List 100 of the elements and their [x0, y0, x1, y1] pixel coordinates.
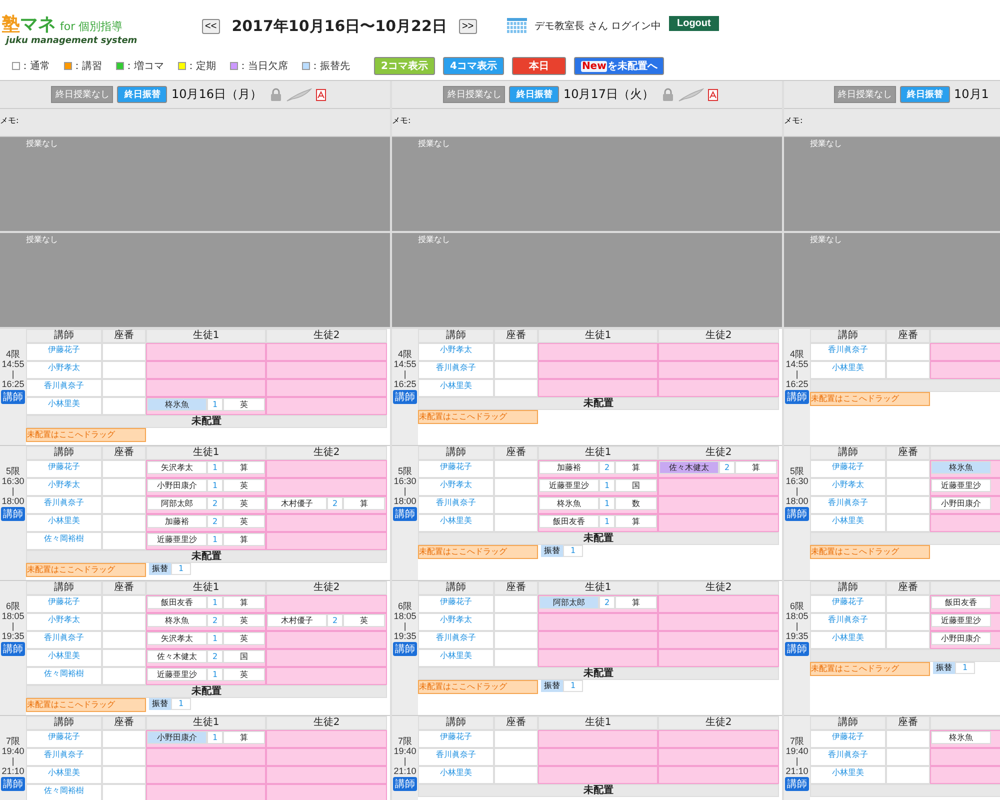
student-slot[interactable]	[266, 361, 387, 379]
view-button[interactable]: 4コマ表示	[442, 57, 504, 75]
teacher-button[interactable]: 講師	[1, 642, 25, 656]
student-slot[interactable]: 飯田友香 1 算	[146, 595, 266, 613]
teacher-name[interactable]: 小林里美	[810, 766, 886, 784]
teacher-button[interactable]: 講師	[1, 777, 25, 791]
student-slot[interactable]	[266, 514, 387, 532]
teacher-name[interactable]: 伊藤花子	[810, 730, 886, 748]
teacher-button[interactable]: 講師	[393, 642, 417, 656]
pending-transfer[interactable]: 振替	[149, 563, 171, 575]
student-slot[interactable]	[146, 784, 266, 800]
teacher-button[interactable]: 講師	[785, 642, 809, 656]
teacher-button[interactable]: 講師	[785, 777, 809, 791]
teacher-name[interactable]: 香川眞奈子	[26, 748, 102, 766]
student-slot[interactable]: 柊氷魚	[930, 460, 1000, 478]
teacher-button[interactable]: 講師	[785, 390, 809, 404]
teacher-name[interactable]: 香川眞奈子	[418, 631, 494, 649]
teacher-button[interactable]: 講師	[393, 777, 417, 791]
student-slot[interactable]	[658, 730, 779, 748]
teacher-name[interactable]: 小林里美	[26, 397, 102, 415]
teacher-name[interactable]: 香川眞奈子	[26, 379, 102, 397]
student-slot[interactable]	[658, 613, 779, 631]
student-slot[interactable]	[266, 649, 387, 667]
teacher-name[interactable]: 香川眞奈子	[810, 496, 886, 514]
student-slot[interactable]: 矢沢孝太 1 英	[146, 631, 266, 649]
teacher-name[interactable]: 佐々岡裕樹	[26, 667, 102, 685]
student-slot[interactable]: 佐々木健太 2 国	[146, 649, 266, 667]
teacher-button[interactable]: 講師	[1, 507, 25, 521]
day-action-button[interactable]: 終日授業なし	[834, 86, 896, 103]
pdf-icon[interactable]	[316, 88, 326, 100]
student-slot[interactable]	[146, 766, 266, 784]
student-slot[interactable]	[658, 631, 779, 649]
drop-zone[interactable]: 未配置はここへドラッグ	[26, 563, 146, 577]
teacher-name[interactable]: 香川眞奈子	[418, 496, 494, 514]
student-slot[interactable]	[266, 478, 387, 496]
teacher-name[interactable]: 伊藤花子	[418, 460, 494, 478]
feather-icon[interactable]	[286, 88, 312, 102]
student-slot[interactable]	[266, 532, 387, 550]
next-week-button[interactable]: >>	[458, 18, 477, 34]
student-slot[interactable]: 柊氷魚 1 数	[538, 496, 658, 514]
student-slot[interactable]: 木村優子 2 算	[266, 496, 387, 514]
student-slot[interactable]	[266, 631, 387, 649]
student-slot[interactable]	[538, 379, 658, 397]
view-button[interactable]: 2コマ表示	[374, 57, 435, 75]
feather-icon[interactable]	[678, 88, 704, 102]
teacher-name[interactable]: 香川眞奈子	[810, 343, 886, 361]
teacher-name[interactable]: 伊藤花子	[26, 460, 102, 478]
teacher-name[interactable]: 香川眞奈子	[26, 631, 102, 649]
student-slot[interactable]: 木村優子 2 英	[266, 613, 387, 631]
teacher-name[interactable]: 小野孝太	[810, 478, 886, 496]
student-slot[interactable]: 小野田康介	[930, 496, 1000, 514]
pending-transfer[interactable]: 振替	[149, 698, 171, 710]
student-slot[interactable]: 阿部太郎 2 英	[146, 496, 266, 514]
drop-zone[interactable]: 未配置はここへドラッグ	[810, 545, 930, 559]
teacher-name[interactable]: 香川眞奈子	[810, 748, 886, 766]
student-slot[interactable]: 近藤亜里沙 1 国	[538, 478, 658, 496]
student-slot[interactable]	[538, 730, 658, 748]
drop-zone[interactable]: 未配置はここへドラッグ	[418, 410, 538, 424]
student-slot[interactable]: 飯田友香	[930, 595, 1000, 613]
day-action-button[interactable]: 終日振替	[117, 86, 168, 103]
student-slot[interactable]	[538, 631, 658, 649]
drop-zone[interactable]: 未配置はここへドラッグ	[26, 428, 146, 442]
teacher-name[interactable]: 伊藤花子	[26, 730, 102, 748]
student-slot[interactable]	[658, 748, 779, 766]
student-slot[interactable]	[266, 379, 387, 397]
teacher-name[interactable]: 小林里美	[26, 649, 102, 667]
drop-zone[interactable]: 未配置はここへドラッグ	[418, 680, 538, 694]
teacher-name[interactable]: 小林里美	[26, 766, 102, 784]
student-slot[interactable]: 近藤亜里沙	[930, 478, 1000, 496]
teacher-name[interactable]: 伊藤花子	[26, 343, 102, 361]
pending-transfer[interactable]: 振替	[933, 662, 955, 674]
teacher-name[interactable]: 佐々岡裕樹	[26, 532, 102, 550]
student-slot[interactable]: 小野田康介 1 算	[146, 730, 266, 748]
student-slot[interactable]	[538, 748, 658, 766]
student-slot[interactable]	[658, 478, 779, 496]
student-slot[interactable]	[658, 595, 779, 613]
student-slot[interactable]: 柊氷魚 2 英	[146, 613, 266, 631]
teacher-name[interactable]: 小林里美	[418, 514, 494, 532]
logout-button[interactable]: Logout	[668, 16, 719, 30]
drop-zone[interactable]: 未配置はここへドラッグ	[418, 545, 538, 559]
student-slot[interactable]	[266, 748, 387, 766]
student-slot[interactable]	[538, 343, 658, 361]
view-button[interactable]: 本日	[512, 57, 566, 75]
teacher-name[interactable]: 小野孝太	[418, 478, 494, 496]
pending-transfer[interactable]: 振替	[541, 545, 563, 557]
student-slot[interactable]: 阿部太郎 2 算	[538, 595, 658, 613]
padlock-icon[interactable]	[662, 88, 674, 101]
teacher-name[interactable]: 佐々岡裕樹	[26, 784, 102, 800]
teacher-name[interactable]: 香川眞奈子	[810, 613, 886, 631]
student-slot[interactable]: 加藤裕 2 英	[146, 514, 266, 532]
teacher-name[interactable]: 小林里美	[418, 649, 494, 667]
student-slot[interactable]	[266, 730, 387, 748]
teacher-name[interactable]: 香川眞奈子	[26, 496, 102, 514]
drop-zone[interactable]: 未配置はここへドラッグ	[26, 698, 146, 712]
student-slot[interactable]	[658, 496, 779, 514]
student-slot[interactable]: 近藤亜里沙 1 算	[146, 532, 266, 550]
teacher-name[interactable]: 伊藤花子	[26, 595, 102, 613]
teacher-name[interactable]: 伊藤花子	[418, 595, 494, 613]
student-slot[interactable]	[146, 748, 266, 766]
drop-zone[interactable]: 未配置はここへドラッグ	[810, 392, 930, 406]
